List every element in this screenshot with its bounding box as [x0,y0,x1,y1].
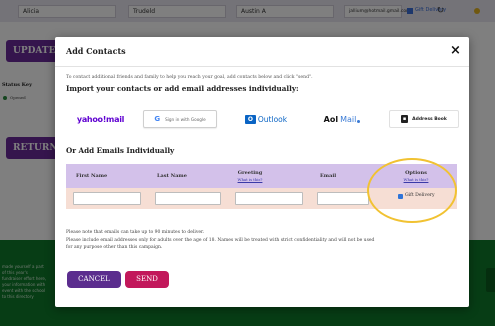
last-name-header: Last Name [157,164,187,188]
aol-mail-button[interactable]: Aol Mail [312,110,372,128]
aol-dot-icon [357,120,361,123]
google-sign-in-button[interactable]: G Sign in with Google [143,110,217,128]
greeting-header: Greeting What is this? [220,164,280,188]
email-header: Email [320,164,336,188]
gift-delivery-checkbox[interactable] [398,194,403,199]
add-contacts-modal: Add Contacts × To contact additional fri… [55,37,469,307]
address-book-label: Address Book [412,116,447,122]
outlook-logo-icon: O [244,114,256,124]
privacy-note-line-2: for any purpose other than this campaign… [66,245,163,250]
cancel-button[interactable]: CANCEL [67,271,121,288]
options-help-link[interactable]: What is this? [404,177,429,182]
aol-logo: Aol [323,114,339,124]
greeting-header-label: Greeting [237,170,263,176]
outlook-label: Outlook [257,114,288,124]
gift-delivery-label: Gift Delivery [405,193,435,198]
address-book-button[interactable]: ▪ Address Book [389,110,459,128]
greeting-input[interactable] [235,192,303,205]
close-icon[interactable]: × [450,43,461,58]
delivery-note: Please note that emails can take up to 9… [66,230,205,235]
address-book-icon: ▪ [401,115,409,123]
outlook-button[interactable]: O Outlook [235,110,297,128]
intro-text: To contact additional friends and family… [66,75,313,80]
contacts-table-header: First Name Last Name Greeting What is th… [66,164,457,188]
greeting-help-link[interactable]: What is this? [238,177,263,182]
email-input[interactable] [317,192,369,205]
yahoo-mail-button[interactable]: yahoo!mail [67,110,134,128]
yahoo-mail-logo: yahoo!mail [76,114,125,124]
email-header-label: Email [320,173,337,179]
send-button[interactable]: SEND [125,271,169,288]
google-sign-in-label: Sign in with Google [165,116,206,122]
first-name-header: First Name [76,164,107,188]
google-logo-icon: G [154,115,161,123]
options-header-label: Options [405,170,427,176]
aol-mail-label: Mail [340,114,357,124]
modal-header: Add Contacts × [55,37,469,67]
last-name-header-label: Last Name [157,173,187,179]
modal-title: Add Contacts [66,46,126,56]
import-heading: Import your contacts or add email addres… [66,84,299,93]
first-name-input[interactable] [73,192,141,205]
first-name-header-label: First Name [76,173,108,179]
last-name-input[interactable] [155,192,221,205]
options-header: Options What is this? [396,164,436,188]
privacy-note-line-1: Please include email addresses only for … [66,238,375,243]
add-individually-heading: Or Add Emails Individually [66,146,175,155]
